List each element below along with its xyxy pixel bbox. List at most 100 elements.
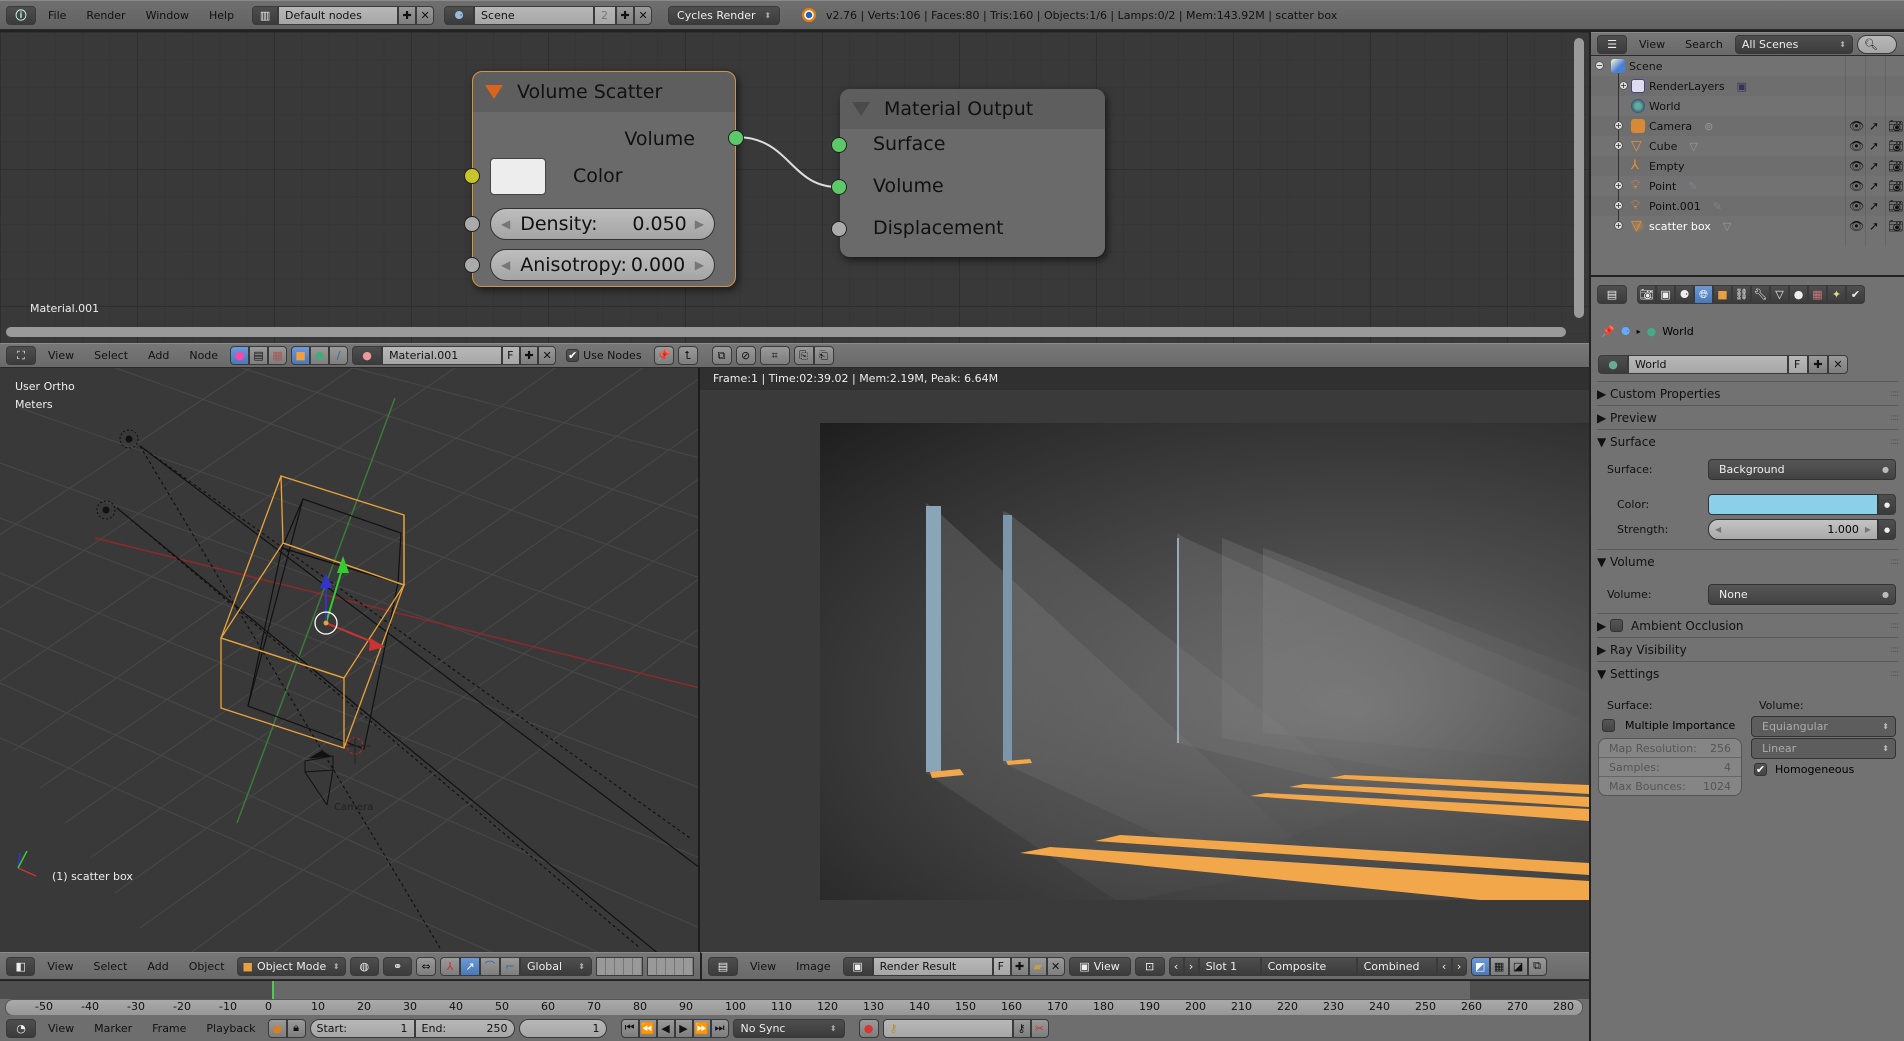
translate-manipulator-button[interactable]: ↗ <box>459 956 480 976</box>
tab-world[interactable]: 🌐︎ <box>1694 285 1713 304</box>
preview-range-button[interactable]: ◕ <box>267 1018 287 1038</box>
editor-type-button[interactable]: ⛶ <box>6 346 36 365</box>
image-browse-button[interactable]: ▣ <box>842 956 873 976</box>
menu-help[interactable]: Help <box>201 9 242 22</box>
selectable-arrow-icon[interactable]: ➚ <box>1869 179 1879 193</box>
insert-keyframe-button[interactable]: ⚷ <box>1012 1018 1031 1038</box>
menu-select[interactable]: Select <box>85 960 135 973</box>
keying-set-field[interactable]: ⚷ <box>882 1018 1013 1038</box>
screen-layout-field[interactable]: Default nodes <box>278 5 399 25</box>
axes-manipulator-button[interactable]: ⅄ <box>439 956 460 976</box>
image-name-field[interactable]: Render Result <box>872 956 993 976</box>
homogeneous-toggle[interactable]: ✔ Homogeneous <box>1754 763 1854 776</box>
input-color-socket[interactable] <box>464 168 480 184</box>
outliner[interactable]: ☰ View Search All Scenes ⬍ 🔍︎ − Scene + R… <box>1589 30 1904 275</box>
strength-socket-button[interactable]: ● <box>1878 519 1896 540</box>
node-header[interactable]: Material Output <box>840 89 1105 129</box>
outliner-item-scene[interactable]: − Scene <box>1591 56 1904 76</box>
compositing-nodes-button[interactable]: ▤ <box>249 346 269 365</box>
render-engine-dropdown[interactable]: Cycles Render ⬍ <box>668 5 781 25</box>
tab-texture[interactable]: ▦ <box>1808 285 1827 304</box>
orientation-dropdown[interactable]: Global ⬍ <box>519 956 592 976</box>
copy-nodes-button[interactable]: ⎘ <box>793 346 814 365</box>
material-output-node[interactable]: Material Output Surface Volume Displacem… <box>831 89 1105 257</box>
view-mode-dropdown[interactable]: ▣ View <box>1068 956 1131 976</box>
color-swatch[interactable] <box>490 158 546 195</box>
tab-scene[interactable]: ⚈ <box>1675 285 1694 304</box>
input-displacement-socket[interactable] <box>831 221 847 237</box>
menu-view[interactable]: View <box>39 960 81 973</box>
delete-keyframe-button[interactable]: ✂ <box>1030 1018 1049 1038</box>
unlink-image-button[interactable]: ✕ <box>1046 956 1065 976</box>
visibility-eye-icon[interactable]: 👁︎ <box>1849 139 1864 153</box>
new-material-button[interactable]: ✚ <box>520 346 539 365</box>
next-slot-button[interactable]: › <box>1183 956 1199 976</box>
add-scene-button[interactable]: ✚ <box>616 5 635 25</box>
outliner-item-cube[interactable]: + ▽ Cube ▽ 👁︎ ➚ 📷︎ <box>1591 136 1904 156</box>
renderable-camera-icon[interactable]: 📷︎ <box>1888 199 1903 213</box>
tab-modifiers[interactable]: 🔧︎ <box>1751 285 1770 304</box>
delete-scene-button[interactable]: ✕ <box>634 5 653 25</box>
map-resolution-field[interactable]: Map Resolution: 256 <box>1599 739 1741 758</box>
menu-add[interactable]: Add <box>139 960 176 973</box>
start-frame-field[interactable]: Start: 1 <box>309 1018 415 1038</box>
panel-preview[interactable]: ▶ Preview:::: <box>1597 405 1899 429</box>
volume-scatter-node[interactable]: Volume Scatter Volume Color ◀ Density: 0.0… <box>464 71 744 287</box>
visibility-eye-icon[interactable]: 👁︎ <box>1849 119 1864 133</box>
3d-viewport[interactable]: User Ortho Meters Camera (1) scatter box <box>0 368 700 952</box>
tab-particles[interactable]: ✦ <box>1827 285 1846 304</box>
outliner-item-empty[interactable]: ⅄ Empty 👁︎ ➚ 📷︎ <box>1591 156 1904 176</box>
visibility-eye-icon[interactable]: 👁︎ <box>1849 159 1864 173</box>
menu-view[interactable]: View <box>40 349 82 362</box>
color-socket-button[interactable]: ● <box>1878 494 1896 515</box>
menu-view[interactable]: View <box>742 960 784 973</box>
shader-nodes-button[interactable]: ● <box>230 346 250 365</box>
pivot-dropdown[interactable]: ⊡ <box>1134 956 1165 976</box>
menu-add[interactable]: Add <box>140 349 177 362</box>
tab-constraints[interactable]: ⛓︎ <box>1732 285 1751 304</box>
current-frame-field[interactable]: 1 <box>518 1018 607 1038</box>
density-field[interactable]: ◀ Density: 0.050 ▶ <box>490 208 715 240</box>
collapse-triangle-icon[interactable] <box>485 85 503 99</box>
panel-volume[interactable]: ▼ Volume:::: <box>1597 549 1899 573</box>
jump-end-button[interactable]: ⏭ <box>710 1018 729 1038</box>
outliner-search-field[interactable]: 🔍︎ <box>1856 34 1897 54</box>
outliner-item-world[interactable]: World <box>1591 96 1904 116</box>
panel-custom-properties[interactable]: ▶ Custom Properties:::: <box>1597 381 1899 405</box>
outliner-item-renderlayers[interactable]: + RenderLayers ▣ <box>1591 76 1904 96</box>
material-browse-button[interactable]: ● <box>352 346 383 365</box>
alpha-button[interactable]: ▦ <box>1489 956 1509 976</box>
new-world-button[interactable]: ✚ <box>1808 355 1828 374</box>
pin-icon[interactable]: 📌 <box>1601 325 1615 338</box>
expand-icon[interactable]: + <box>1614 181 1623 190</box>
screen-layout-button[interactable]: ▥ <box>252 5 279 25</box>
auto-keying-button[interactable]: ● <box>858 1018 879 1038</box>
play-reverse-button[interactable]: ◀ <box>656 1018 675 1038</box>
menu-view[interactable]: View <box>1631 38 1673 51</box>
outliner-item-point-001[interactable]: + 💡︎ Point.001 ✎ 👁︎ ➚ 📷︎ <box>1591 196 1904 216</box>
input-anisotropy-socket[interactable] <box>464 257 480 273</box>
fake-user-button[interactable]: F <box>1788 355 1808 374</box>
mode-dropdown[interactable]: ■ Object Mode ⬍ <box>236 956 346 976</box>
visibility-eye-icon[interactable]: 👁︎ <box>1849 199 1864 213</box>
fake-user-button[interactable]: F <box>502 346 521 365</box>
input-surface-socket[interactable] <box>831 137 847 153</box>
next-pass-button[interactable]: › <box>1451 956 1467 976</box>
renderable-camera-icon[interactable]: 📷︎ <box>1888 159 1903 173</box>
outliner-item-camera[interactable]: + Camera ⊚ 👁︎ ➚ 📷︎ <box>1591 116 1904 136</box>
color-only-button[interactable]: ⧉ <box>1527 956 1547 976</box>
delete-screen-button[interactable]: ✕ <box>416 5 435 25</box>
open-image-button[interactable]: ▰ <box>1028 956 1047 976</box>
strength-field[interactable]: ◀ 1.000 ▶ <box>1708 519 1878 540</box>
shading-dropdown[interactable]: ◍ <box>349 956 379 976</box>
fake-user-button[interactable]: F <box>992 956 1011 976</box>
selectable-arrow-icon[interactable]: ➚ <box>1869 139 1879 153</box>
next-keyframe-button[interactable]: ⏩ <box>692 1018 711 1038</box>
world-browse-button[interactable]: ● <box>1598 355 1628 374</box>
menu-file[interactable]: File <box>40 9 74 22</box>
anisotropy-field[interactable]: ◀ Anisotropy: 0.000 ▶ <box>490 249 715 281</box>
multiple-importance-checkbox[interactable] <box>1602 719 1615 732</box>
menu-frame[interactable]: Frame <box>144 1022 194 1035</box>
vertical-scrollbar[interactable] <box>1574 38 1584 318</box>
expand-icon[interactable]: + <box>1619 81 1628 90</box>
